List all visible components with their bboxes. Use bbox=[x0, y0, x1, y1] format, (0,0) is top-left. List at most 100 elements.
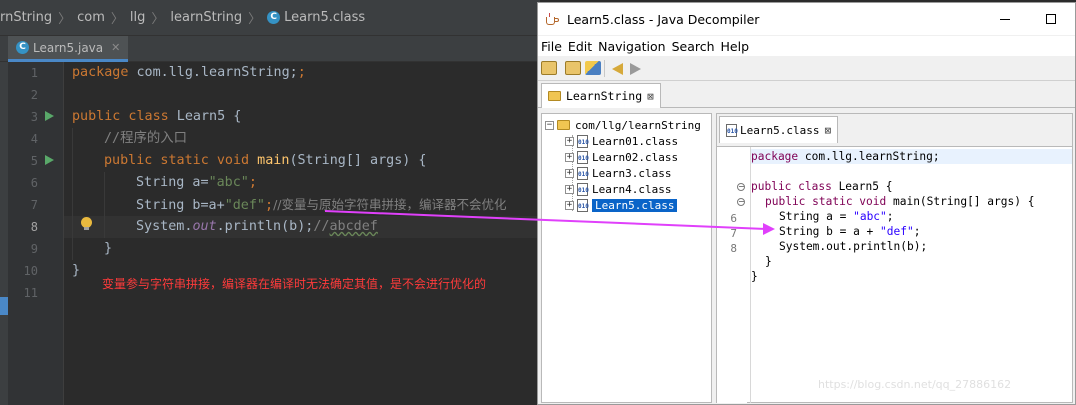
source-line: public static void main(String[] args) { bbox=[765, 194, 1034, 209]
fold-icon[interactable]: − bbox=[737, 198, 745, 206]
window-title: Learn5.class - Java Decompiler bbox=[567, 11, 760, 27]
code-line-8: System.out.println(b);//abcdef bbox=[136, 216, 378, 238]
keyword: public class bbox=[72, 109, 169, 124]
code-text: System. bbox=[136, 219, 193, 234]
breadcrumb-item[interactable]: learnString bbox=[170, 10, 242, 25]
menu-edit[interactable]: Edit bbox=[568, 39, 597, 54]
code-text: String a = bbox=[779, 210, 854, 223]
line-gutter: 1 2 3 4 5 6 7 8 9 10 11 bbox=[8, 62, 64, 405]
code-text: String a= bbox=[136, 175, 209, 190]
tree-class-node[interactable]: + 010 Learn4.class bbox=[565, 181, 671, 197]
code-line-5: public static void main(String[] args) { bbox=[104, 150, 427, 172]
source-line: System.out.println(b); bbox=[779, 240, 928, 253]
lightbulb-icon[interactable] bbox=[81, 217, 92, 230]
tree-class-node-selected[interactable]: + 010 Learn5.class bbox=[565, 197, 678, 213]
indent-guide bbox=[104, 172, 105, 238]
archive-tab-bar: LearnString ⊠ bbox=[538, 81, 1075, 108]
folder-open-icon bbox=[557, 120, 570, 130]
class-file-icon: 010 bbox=[577, 182, 589, 196]
fold-icon[interactable]: − bbox=[737, 183, 745, 191]
tree-package-node[interactable]: − com/llg/learnString bbox=[545, 117, 701, 133]
line-number: 11 bbox=[23, 286, 38, 300]
tree-class-node[interactable]: + 010 Learn02.class bbox=[565, 149, 678, 165]
string-literal: "def" bbox=[224, 198, 265, 213]
package-tree: − com/llg/learnString + 010 Learn01.clas… bbox=[541, 113, 712, 403]
tab-learn5-java[interactable]: C Learn5.java ✕ bbox=[8, 36, 129, 62]
expand-icon[interactable]: + bbox=[565, 152, 574, 162]
code-line-9: } bbox=[104, 238, 112, 260]
class-label: Learn3.class bbox=[592, 166, 672, 180]
tree-class-node[interactable]: + 010 Learn01.class bbox=[565, 133, 678, 149]
expand-icon[interactable]: + bbox=[565, 200, 574, 210]
source-line: String a = "abc"; bbox=[779, 209, 894, 224]
tab-learnstring[interactable]: LearnString ⊠ bbox=[541, 83, 661, 108]
class-label: Learn02.class bbox=[592, 150, 679, 164]
class-file-icon: 010 bbox=[577, 134, 589, 148]
open-type-icon[interactable] bbox=[565, 61, 581, 75]
breadcrumb-separator: 〉 bbox=[110, 12, 124, 27]
source-line: package com.llg.learnString; bbox=[751, 149, 940, 164]
menu-navigation[interactable]: Navigation bbox=[598, 39, 670, 54]
class-label: Learn4.class bbox=[592, 182, 672, 196]
code-text: ; bbox=[265, 198, 274, 213]
breadcrumb: arnString 〉 com 〉 llg 〉 learnString 〉 C … bbox=[0, 0, 540, 36]
line-number: 6 bbox=[730, 212, 737, 225]
menu-help[interactable]: Help bbox=[721, 39, 755, 54]
breadcrumb-item[interactable]: llg bbox=[130, 10, 145, 25]
code-comment: //程序的入口 bbox=[104, 131, 188, 146]
run-main-icon[interactable] bbox=[45, 155, 54, 165]
tab-learn5-class[interactable]: 010 Learn5.class ⊠ bbox=[719, 116, 839, 143]
string-literal: "def" bbox=[880, 225, 914, 238]
code-text: ; bbox=[886, 210, 894, 223]
title-bar[interactable]: Learn5.class - Java Decompiler bbox=[538, 3, 1075, 35]
search-tool-icon[interactable] bbox=[585, 61, 601, 75]
code-text: .println(b); bbox=[216, 219, 314, 234]
menu-search[interactable]: Search bbox=[672, 39, 720, 54]
breadcrumb-label: Learn5.class bbox=[284, 10, 366, 25]
breadcrumb-separator: 〉 bbox=[58, 12, 72, 27]
back-arrow-icon[interactable] bbox=[612, 63, 623, 75]
forward-arrow-icon[interactable] bbox=[630, 63, 641, 75]
line-number: 8 bbox=[30, 220, 38, 234]
line-number: 6 bbox=[30, 176, 38, 190]
tab-label: Learn5.class bbox=[740, 123, 820, 137]
code-editor[interactable]: package com.llg.learnString;; public cla… bbox=[64, 62, 540, 405]
collapse-icon[interactable]: − bbox=[545, 120, 554, 130]
menu-file[interactable]: File bbox=[541, 39, 567, 54]
code-text: (String[] args) { bbox=[289, 153, 427, 168]
tool-strip-marker[interactable] bbox=[0, 297, 8, 315]
line-number: 3 bbox=[30, 110, 38, 124]
keyword: package bbox=[751, 150, 799, 163]
static-field: out bbox=[192, 219, 217, 234]
maximize-button[interactable] bbox=[1028, 3, 1074, 35]
breadcrumb-item[interactable]: arnString bbox=[0, 10, 52, 25]
close-icon[interactable]: ⊠ bbox=[647, 90, 654, 103]
java-cup-icon bbox=[545, 12, 559, 26]
keyword: public class bbox=[751, 180, 832, 193]
close-icon[interactable]: ⊠ bbox=[824, 124, 831, 137]
watermark: https://blog.csdn.net/qq_27886162 bbox=[818, 378, 1012, 391]
line-number: 9 bbox=[30, 242, 38, 256]
decompiled-source[interactable]: − − 6 7 8 package com.llg.learnString; p… bbox=[717, 146, 1072, 403]
minimize-button[interactable] bbox=[982, 3, 1028, 35]
code-text: ; bbox=[248, 175, 257, 190]
breadcrumb-item-current[interactable]: C Learn5.class bbox=[267, 10, 365, 25]
class-label: Learn5.class bbox=[592, 198, 678, 212]
tree-class-node[interactable]: + 010 Learn3.class bbox=[565, 165, 671, 181]
run-class-icon[interactable] bbox=[45, 111, 54, 121]
line-number: 8 bbox=[730, 242, 737, 255]
expand-icon[interactable]: + bbox=[565, 168, 574, 178]
line-number: 7 bbox=[730, 227, 737, 240]
expand-icon[interactable]: + bbox=[565, 184, 574, 194]
close-icon[interactable]: ✕ bbox=[111, 41, 120, 54]
code-text: } bbox=[72, 263, 81, 278]
keyword: public static void bbox=[765, 195, 887, 208]
tab-label: LearnString bbox=[566, 89, 643, 103]
code-line-3: public class Learn5 { bbox=[72, 106, 241, 128]
expand-icon[interactable]: + bbox=[565, 136, 574, 146]
class-file-icon: 010 bbox=[577, 198, 589, 212]
code-text: Learn5 { bbox=[831, 180, 893, 193]
class-label: Learn01.class bbox=[592, 134, 679, 148]
breadcrumb-item[interactable]: com bbox=[77, 10, 105, 25]
open-file-icon[interactable] bbox=[541, 61, 557, 75]
